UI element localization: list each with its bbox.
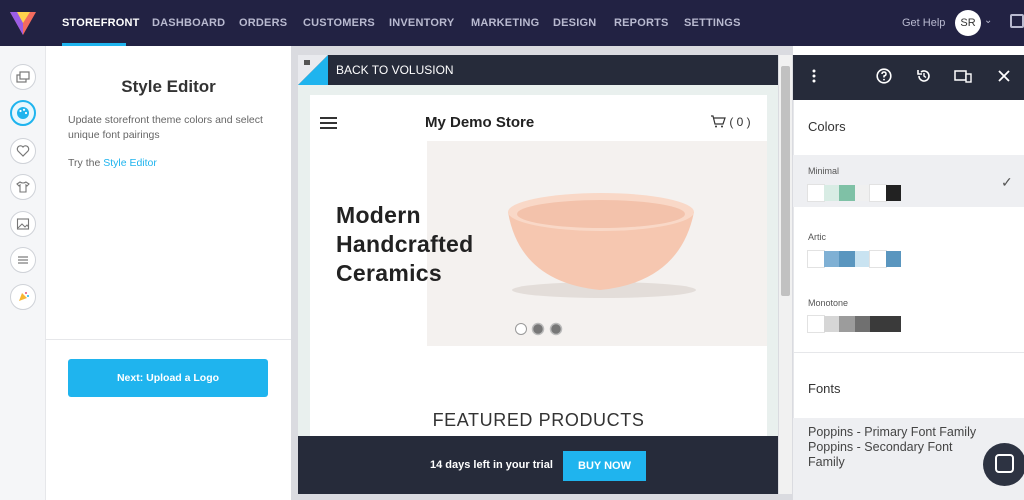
panel-title: Style Editor: [121, 77, 216, 96]
color-swatch: [807, 184, 825, 202]
image-icon[interactable]: [10, 211, 36, 237]
more-vertical-icon[interactable]: [805, 67, 823, 85]
color-swatch: [870, 316, 886, 332]
chevron-down-icon[interactable]: ⌄: [984, 15, 992, 26]
color-swatch: [823, 251, 839, 267]
carousel-dot-2: [531, 322, 545, 336]
swatches-artic: [807, 250, 901, 268]
color-swatch: [854, 316, 870, 332]
color-swatch: [823, 185, 839, 201]
color-swatch: [885, 251, 901, 267]
color-swatch: [854, 185, 870, 201]
nav-settings[interactable]: SETTINGS: [684, 17, 741, 29]
device-preview-icon[interactable]: [954, 67, 972, 85]
chat-launcher[interactable]: [983, 443, 1024, 486]
color-swatch: [823, 316, 839, 332]
cart-icon: [711, 115, 726, 128]
theme-panel-header: [793, 55, 1024, 100]
hero-line-3: Ceramics: [336, 260, 442, 286]
fonts-label: Fonts: [808, 381, 841, 396]
hero-line-1: Modern: [336, 202, 421, 228]
swatches-minimal: [807, 184, 901, 202]
history-icon[interactable]: [915, 67, 933, 85]
theme-name-artic: Artic: [808, 232, 826, 242]
carousel-dots[interactable]: [514, 322, 564, 336]
back-corner-icon[interactable]: [298, 55, 328, 85]
hero-line-2: Handcrafted: [336, 231, 474, 257]
next-upload-logo-button[interactable]: Next: Upload a Logo: [68, 359, 268, 397]
nav-customers[interactable]: CUSTOMERS: [303, 17, 375, 29]
trial-text: 14 days left in your trial: [430, 459, 553, 471]
color-swatch: [839, 316, 855, 332]
cart-count: ( 0 ): [729, 115, 751, 129]
try-style-editor: Try the Style Editor: [68, 157, 157, 169]
carousel-dot-3: [549, 322, 563, 336]
carousel-dot-1: [515, 323, 527, 335]
color-swatch: [839, 251, 855, 267]
color-swatch: [839, 185, 855, 201]
font-secondary-line-2: Family: [808, 455, 845, 469]
check-icon: ✓: [1001, 174, 1013, 190]
color-swatch: [869, 184, 887, 202]
hamburger-menu-icon[interactable]: [320, 117, 337, 129]
theme-name-minimal: Minimal: [808, 166, 840, 176]
list-icon[interactable]: [10, 247, 36, 273]
scrollbar-thumb[interactable]: [781, 66, 790, 296]
cart[interactable]: ( 0 ): [710, 115, 751, 129]
external-link-icon[interactable]: [1010, 14, 1024, 28]
tshirt-icon[interactable]: [10, 174, 36, 200]
chat-icon: [995, 454, 1014, 473]
megaphone-icon[interactable]: [10, 284, 36, 310]
font-secondary-line-1: Poppins - Secondary Font: [808, 440, 953, 454]
style-editor-panel: Style Editor Update storefront theme col…: [46, 46, 291, 500]
nav-design[interactable]: DESIGN: [553, 17, 596, 29]
colors-label: Colors: [808, 119, 846, 134]
palette-icon[interactable]: [10, 100, 36, 126]
color-swatch: [885, 185, 901, 201]
nav-reports[interactable]: REPORTS: [614, 17, 669, 29]
nav-dashboard[interactable]: DASHBOARD: [152, 17, 225, 29]
heart-icon[interactable]: [10, 138, 36, 164]
color-swatch: [885, 316, 901, 332]
store-name[interactable]: My Demo Store: [425, 114, 534, 131]
featured-products-heading: FEATURED PRODUCTS: [432, 410, 645, 430]
divider: [793, 352, 1024, 353]
panel-description: Update storefront theme colors and selec…: [68, 114, 263, 141]
nav-orders[interactable]: ORDERS: [239, 17, 287, 29]
hero-heading: Modern Handcrafted Ceramics: [336, 201, 526, 288]
back-to-volusion-link[interactable]: BACK TO VOLUSION: [336, 63, 454, 77]
layers-icon[interactable]: [10, 64, 36, 90]
style-editor-link[interactable]: Style Editor: [103, 157, 157, 169]
color-swatch: [854, 251, 870, 267]
close-icon[interactable]: [995, 67, 1013, 85]
color-swatch: [869, 250, 887, 268]
nav-marketing[interactable]: MARKETING: [471, 17, 539, 29]
nav-storefront[interactable]: STOREFRONT: [62, 17, 140, 29]
divider: [46, 339, 291, 340]
theme-monotone[interactable]: [793, 288, 1024, 340]
color-swatch: [807, 250, 825, 268]
theme-name-monotone: Monotone: [808, 298, 849, 308]
nav-inventory[interactable]: INVENTORY: [389, 17, 454, 29]
help-icon[interactable]: [875, 67, 893, 85]
swatches-monotone: [807, 315, 901, 333]
buy-now-button[interactable]: BUY NOW: [563, 451, 646, 481]
try-prefix: Try the: [68, 157, 104, 169]
avatar[interactable]: SR: [955, 10, 981, 36]
volusion-logo[interactable]: [8, 9, 38, 37]
ceramic-bowl-image: [508, 193, 696, 298]
get-help-link[interactable]: Get Help: [902, 17, 945, 29]
color-swatch: [807, 315, 825, 333]
font-primary: Poppins - Primary Font Family: [808, 425, 977, 439]
